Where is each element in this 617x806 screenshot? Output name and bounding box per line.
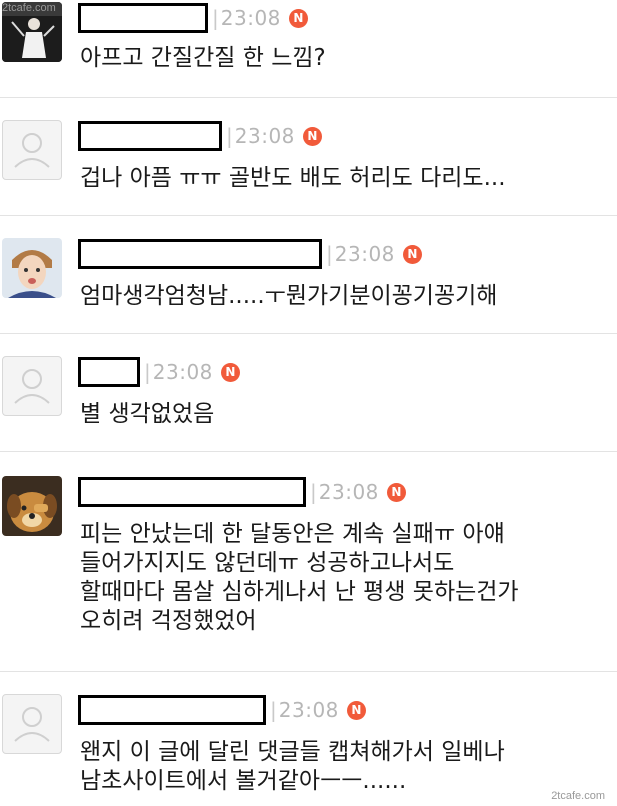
comment-text: 왠지 이 글에 달린 댓글들 캡쳐해가서 일베나 남초사이트에서 볼거같아ㅡㅡ.… [80, 739, 505, 794]
separator: | [212, 6, 219, 30]
new-badge: N [220, 362, 240, 382]
comment-meta: | 23:08 N [78, 692, 366, 728]
comment-time: 23:08 [234, 124, 295, 148]
separator: | [310, 480, 317, 504]
new-badge: N [402, 244, 422, 264]
watermark-bottom: 2tcafe.com [551, 790, 605, 802]
author-name-redacted[interactable] [78, 695, 266, 725]
comment-meta: | 23:08 N [78, 118, 322, 154]
new-badge: N [288, 8, 308, 28]
cartoon-dog-icon[interactable] [2, 476, 62, 536]
new-badge: N [386, 482, 406, 502]
new-badge: N [302, 126, 322, 146]
separator: | [226, 124, 233, 148]
author-name-redacted[interactable] [78, 477, 306, 507]
comment-time: 23:08 [278, 698, 339, 722]
comment-item: | 23:08 N 왠지 이 글에 달린 댓글들 캡쳐해가서 일베나 남초사이트… [0, 672, 617, 806]
comment-meta: | 23:08 N [78, 354, 240, 390]
separator: | [270, 698, 277, 722]
comment-meta: | 23:08 N [78, 0, 308, 36]
author-name-redacted[interactable] [78, 121, 222, 151]
comment-item: | 23:08 N 겁나 아픔 ㅠㅠ 골반도 배도 허리도 다리도... [0, 98, 617, 216]
comment-meta: | 23:08 N [78, 236, 422, 272]
comment-text: 피는 안났는데 한 달동안은 계속 실패ㅠ 아얘 들어가지지도 않던데ㅠ 성공하… [80, 521, 519, 634]
comment-text: 엄마생각엄청남.....ㅜ뭔가기분이꽁기꽁기해 [80, 283, 498, 309]
watermark-top: 2tcafe.com [2, 2, 56, 14]
new-badge: N [346, 700, 366, 720]
comment-text: 아프고 간질간질 한 느낌? [80, 45, 326, 71]
comment-item: | 23:08 N 엄마생각엄청남.....ㅜ뭔가기분이꽁기꽁기해 [0, 216, 617, 334]
comment-text: 별 생각없었음 [80, 401, 215, 427]
comment-item: | 23:08 N 별 생각없었음 [0, 334, 617, 452]
separator: | [326, 242, 333, 266]
photo-face-icon[interactable] [2, 238, 62, 298]
comment-item: | 23:08 N 아프고 간질간질 한 느낌? [0, 0, 617, 98]
author-name-redacted[interactable] [78, 3, 208, 33]
default-user-icon[interactable] [2, 694, 62, 754]
comment-item: | 23:08 N 피는 안났는데 한 달동안은 계속 실패ㅠ 아얘 들어가지지… [0, 452, 617, 672]
separator: | [144, 360, 151, 384]
default-user-icon[interactable] [2, 356, 62, 416]
comment-text: 겁나 아픔 ㅠㅠ 골반도 배도 허리도 다리도... [80, 165, 506, 191]
comment-time: 23:08 [220, 6, 281, 30]
author-name-redacted[interactable] [78, 239, 322, 269]
default-user-icon[interactable] [2, 120, 62, 180]
comment-meta: | 23:08 N [78, 474, 406, 510]
author-name-redacted[interactable] [78, 357, 140, 387]
comment-time: 23:08 [152, 360, 213, 384]
comment-time: 23:08 [318, 480, 379, 504]
comment-time: 23:08 [334, 242, 395, 266]
